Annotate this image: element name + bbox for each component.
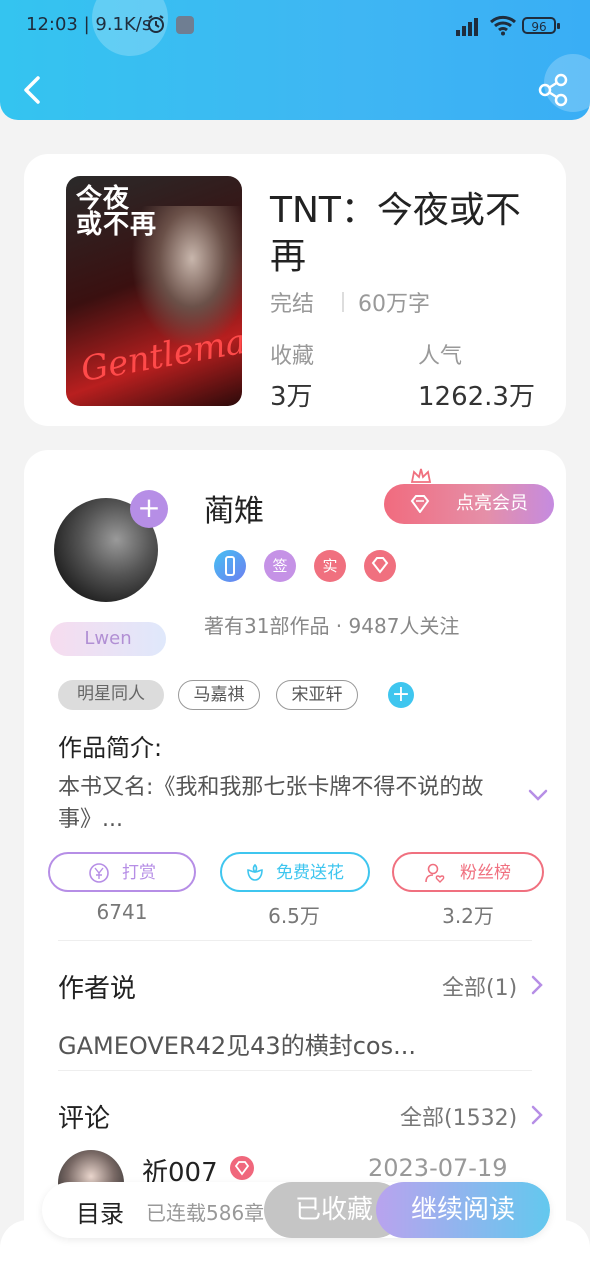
follow-plus-button[interactable]: +	[130, 490, 168, 528]
phone-glyph-icon	[225, 556, 235, 576]
comments-title: 评论	[58, 1104, 111, 1134]
author-name[interactable]: 蔺雉	[204, 486, 264, 530]
tag-category[interactable]: 明星同人	[58, 680, 164, 710]
fan-user-icon	[425, 863, 445, 883]
signed-badge: 签	[264, 550, 296, 582]
vip-button-label: 点亮会员	[456, 493, 528, 514]
reward-button[interactable]: 打赏	[48, 852, 196, 892]
chevron-right-icon[interactable]	[530, 974, 544, 996]
comments-more[interactable]: 全部(1532)	[400, 1100, 517, 1132]
continue-reading-button[interactable]: 继续阅读	[376, 1182, 550, 1238]
bottom-action-bar: 目录 已连载586章 已收藏 继续阅读	[42, 1182, 550, 1238]
flower-icon	[247, 863, 263, 881]
favorites-label: 收藏	[270, 344, 315, 369]
author-meta: 著有31部作品 · 9487人关注	[204, 614, 460, 638]
author-fan-tag: Lwen	[50, 622, 166, 656]
intro-title: 作品简介:	[58, 734, 163, 762]
send-flower-button[interactable]: 免费送花	[220, 852, 370, 892]
section-divider	[58, 1070, 532, 1071]
comment-date: 2023-07-19	[368, 1154, 508, 1182]
author-says-content[interactable]: GAMEOVER42见43的横封cos...	[58, 1026, 416, 1061]
fan-ranking-label: 粉丝榜	[460, 863, 511, 883]
catalog-button[interactable]: 目录	[76, 1194, 124, 1229]
popularity-label: 人气	[418, 344, 463, 369]
alarm-icon	[148, 15, 164, 33]
send-flower-label: 免费送花	[276, 863, 344, 883]
book-title: TNT：今夜或不再	[270, 190, 521, 277]
status-bar: 12:03 | 9.1K/s 96	[0, 0, 590, 56]
book-status: 完结	[270, 292, 315, 317]
intro-text[interactable]: 本书又名:《我和我那七张卡牌不得不说的故事》...	[58, 772, 508, 836]
wifi-icon	[490, 15, 516, 36]
diamond-icon	[410, 495, 430, 513]
chevron-down-icon[interactable]	[526, 786, 550, 804]
status-divider	[342, 292, 344, 312]
reward-count: 6741	[96, 900, 148, 924]
share-icon[interactable]	[536, 72, 570, 108]
light-up-vip-button[interactable]: 点亮会员	[384, 484, 554, 524]
diamond-icon	[234, 1161, 250, 1176]
author-detail-card: + Lwen 蔺雉 点亮会员 签 实 著有31部作品 · 9487人关注 明星同…	[24, 450, 566, 1280]
section-divider	[58, 940, 532, 941]
crown-icon	[410, 468, 432, 483]
fan-count: 3.2万	[442, 904, 494, 928]
top-header: 12:03 | 9.1K/s 96	[0, 0, 590, 120]
real-name-badge: 实	[314, 550, 346, 582]
phone-badge-icon	[214, 550, 246, 582]
app-notification-icon	[176, 16, 194, 34]
vip-diamond-badge-icon	[364, 550, 396, 582]
book-cover[interactable]: 今夜 或不再 Gentleman	[66, 176, 242, 406]
signal-icon	[456, 18, 478, 36]
flower-count: 6.5万	[268, 904, 320, 928]
tag-character-1[interactable]: 马嘉祺	[178, 680, 260, 710]
back-arrow-icon[interactable]	[18, 72, 48, 108]
tag-character-2[interactable]: 宋亚轩	[276, 680, 358, 710]
yuan-icon	[89, 863, 109, 883]
favorites-value: 3万	[270, 382, 313, 412]
popularity-value: 1262.3万	[418, 382, 535, 412]
book-info-card: 今夜 或不再 Gentleman TNT：今夜或不再 完结 60万字 收藏 3万…	[24, 154, 566, 426]
add-tag-button[interactable]: +	[388, 682, 414, 708]
fan-ranking-button[interactable]: 粉丝榜	[392, 852, 544, 892]
chevron-right-icon[interactable]	[530, 1104, 544, 1126]
author-says-more[interactable]: 全部(1)	[442, 970, 517, 1002]
battery-indicator: 96	[522, 17, 560, 34]
reward-label: 打赏	[122, 863, 156, 883]
serial-status: 已连载586章	[146, 1201, 265, 1225]
diamond-icon	[371, 557, 389, 574]
author-says-title: 作者说	[58, 974, 137, 1004]
status-time: 12:03 | 9.1K/s	[26, 14, 152, 35]
book-word-count: 60万字	[358, 292, 430, 317]
vip-diamond-badge-icon	[230, 1156, 254, 1180]
cover-title: 今夜 或不再	[76, 184, 158, 240]
